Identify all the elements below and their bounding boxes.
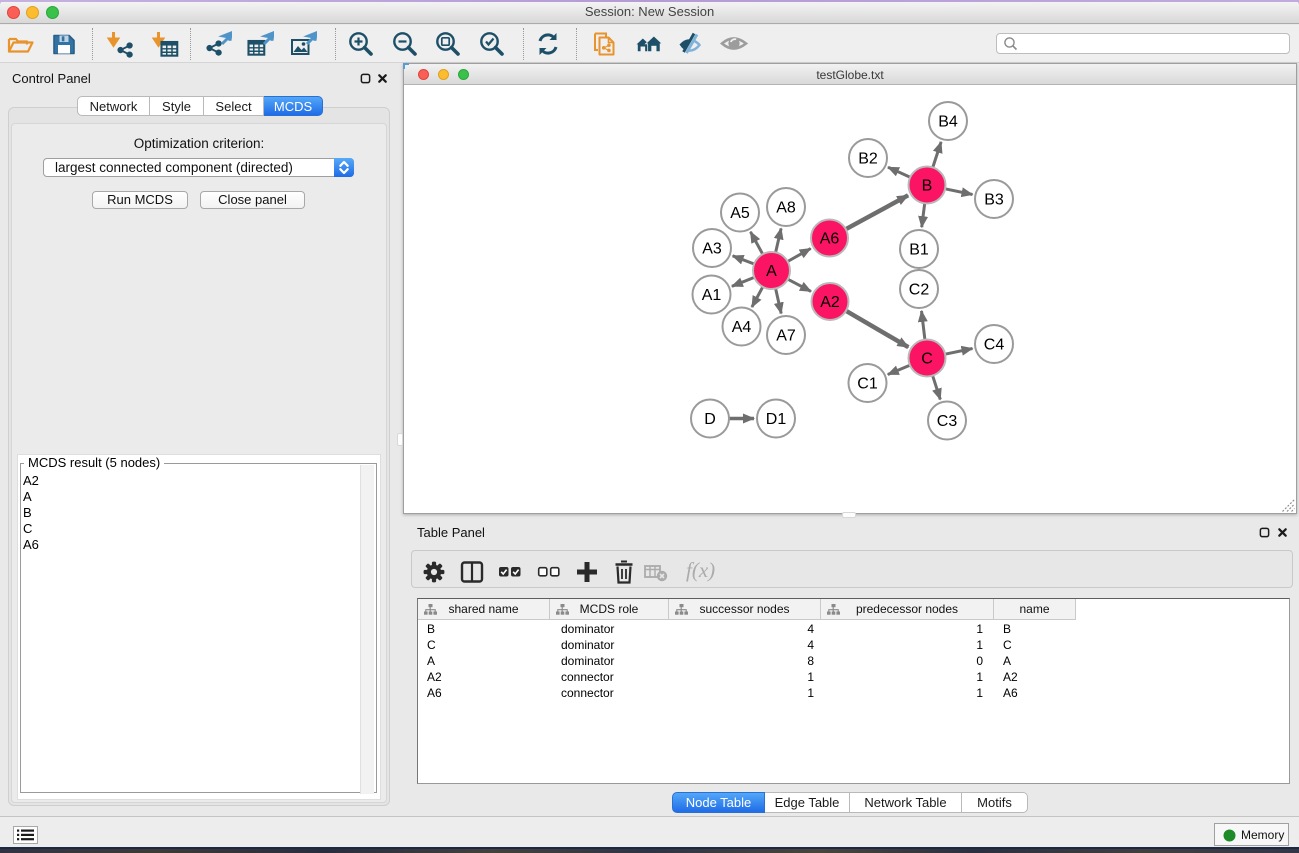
svg-text:D1: D1 (766, 411, 787, 428)
svg-text:B3: B3 (984, 192, 1004, 209)
svg-text:A2: A2 (820, 294, 840, 311)
svg-text:A3: A3 (702, 241, 722, 258)
svg-text:A4: A4 (732, 319, 752, 336)
svg-text:A: A (766, 263, 777, 280)
svg-text:B2: B2 (858, 151, 878, 168)
svg-text:A5: A5 (730, 205, 750, 222)
svg-text:C4: C4 (984, 337, 1005, 354)
svg-text:B: B (922, 178, 933, 195)
svg-text:A8: A8 (776, 200, 796, 217)
svg-text:C: C (921, 351, 933, 368)
svg-text:C3: C3 (937, 413, 958, 430)
svg-text:D: D (704, 411, 716, 428)
svg-text:C2: C2 (909, 282, 930, 299)
svg-text:A6: A6 (820, 231, 840, 248)
svg-text:B1: B1 (909, 242, 929, 259)
svg-text:A7: A7 (776, 328, 796, 345)
svg-text:B4: B4 (938, 114, 958, 131)
svg-text:A1: A1 (702, 287, 722, 304)
svg-text:C1: C1 (857, 376, 878, 393)
